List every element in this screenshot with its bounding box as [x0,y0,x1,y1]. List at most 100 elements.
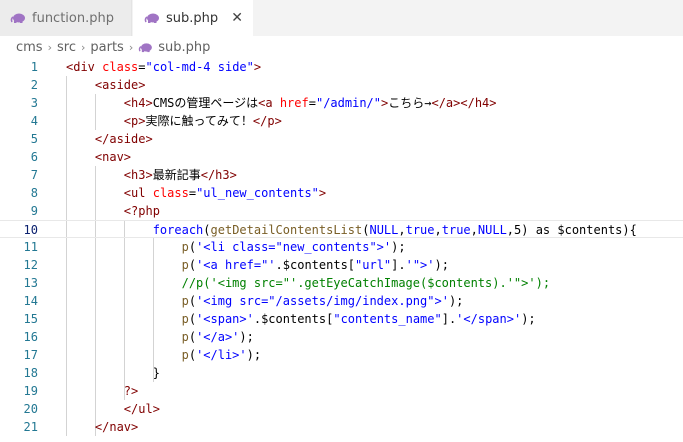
line-number: 6 [30,150,38,164]
code-text: <?php [66,202,160,220]
code-line[interactable]: 3 <h4>CMSの管理ページは<a href="/admin/">こちら→</… [0,94,683,112]
code-token: '</span>' [456,312,522,326]
code-line[interactable]: 12 p('<a href="'.$contents["url"].'">'); [0,256,683,274]
code-text: </nav> [66,418,138,436]
code-token: , [434,223,442,237]
php-elephant-icon [138,42,153,53]
line-number: 1 [30,60,38,74]
code-text: ?> [66,382,138,400]
close-icon[interactable]: ✕ [231,10,243,26]
line-number: 20 [23,402,38,416]
code-text: <ul class="ul_new_contents"> [66,184,326,202]
code-line[interactable]: 11 p('<li class="new_contents">'); [0,238,683,256]
line-number: 12 [23,258,38,272]
breadcrumb-item-file[interactable]: sub.php [158,40,210,55]
code-line[interactable]: 17 p('</li>'); [0,346,683,364]
line-number: 17 [23,348,38,362]
code-token: .$contents[ [253,312,334,326]
code-token: ); [521,312,536,326]
code-token: p [181,294,189,308]
code-token: <?php [123,204,160,218]
code-token: <nav> [94,150,132,164]
code-line[interactable]: 2 <aside> [0,76,683,94]
code-token: ( [188,330,197,344]
code-token: '<a href="' [196,258,276,272]
line-number: 7 [30,168,38,182]
code-token: <h4> [123,96,153,110]
code-line[interactable]: 18 } [0,364,683,382]
code-token: こちら→ [388,96,432,110]
php-elephant-icon [144,12,160,24]
line-number: 4 [30,114,38,128]
code-token: </nav> [94,420,139,434]
code-line[interactable]: 16 p('</a>'); [0,328,683,346]
code-token: true [441,223,471,237]
code-token: , [470,223,478,237]
code-token: href [279,96,309,110]
code-token: <aside> [94,78,146,92]
code-text: p('</li>'); [66,346,262,364]
code-text: p('<a href="'.$contents["url"].'">'); [66,256,449,274]
line-number: 11 [23,240,38,254]
line-number: 19 [23,384,38,398]
code-line[interactable]: 8 <ul class="ul_new_contents"> [0,184,683,202]
code-line[interactable]: 14 p('<img src="/assets/img/index.png">'… [0,292,683,310]
code-token: ( [203,223,211,237]
breadcrumb-item-src[interactable]: src [57,40,76,55]
code-token: //p('<img src="'.getEyeCatchImage($conte… [181,276,551,290]
code-text: foreach(getDetailContentsList(NULL,true,… [66,221,637,239]
chevron-right-icon: › [80,40,86,54]
tab-sub-php[interactable]: sub.php ✕ [133,0,253,36]
code-editor[interactable]: 1 <div class="col-md-4 side"> 2 <aside> 3 <… [0,58,683,442]
code-line[interactable]: 19 ?> [0,382,683,400]
code-token: 実際に触ってみて！ [145,114,253,128]
code-line[interactable]: 5 </aside> [0,130,683,148]
code-line[interactable]: 9 <?php [0,202,683,220]
code-text: </aside> [66,130,153,148]
line-number: 18 [23,366,38,380]
code-token: CMSの管理ページは [152,96,259,110]
code-token: getDetailContentsList [210,223,363,237]
code-line[interactable]: 15 p('<span>'.$contents["contents_name"]… [0,310,683,328]
code-token: </a></h4> [431,96,497,110]
line-number: 14 [23,294,38,308]
code-text: p('<li class="new_contents">'); [66,238,406,256]
code-token: '">' [405,258,435,272]
code-token: > [318,186,327,200]
code-token: ( [188,258,197,272]
code-line[interactable]: 20 </ul> [0,400,683,418]
code-text: } [66,364,160,382]
code-token: , [398,223,406,237]
tab-label: sub.php [166,10,219,26]
code-line[interactable]: 1 <div class="col-md-4 side"> [0,58,683,76]
tab-function-php[interactable]: function.php [0,0,132,36]
code-line[interactable]: 7 <h3>最新記事</h3> [0,166,683,184]
code-line[interactable]: 4 <p>実際に触ってみて！</p> [0,112,683,130]
code-token: </h3> [200,168,237,182]
code-line[interactable]: 10 foreach(getDetailContentsList(NULL,tr… [0,220,683,238]
code-token: </p> [252,114,282,128]
line-number: 15 [23,312,38,326]
code-token: '</li>' [196,348,247,362]
code-line[interactable]: 6 <nav> [0,148,683,166]
breadcrumb: cms › src › parts › sub.php [16,36,210,58]
code-token: "/admin/" [315,96,381,110]
code-text: <h4>CMSの管理ページは<a href="/admin/">こちら→</a>… [66,94,497,112]
code-token: = [188,186,197,200]
code-token: <h3> [123,168,153,182]
breadcrumb-item-parts[interactable]: parts [90,40,123,55]
code-token: </ul> [123,402,160,416]
code-token: p [181,258,189,272]
breadcrumb-item-cms[interactable]: cms [16,40,43,55]
code-line[interactable]: 13 //p('<img src="'.getEyeCatchImage($co… [0,274,683,292]
code-line[interactable]: 21 </nav> [0,418,683,436]
